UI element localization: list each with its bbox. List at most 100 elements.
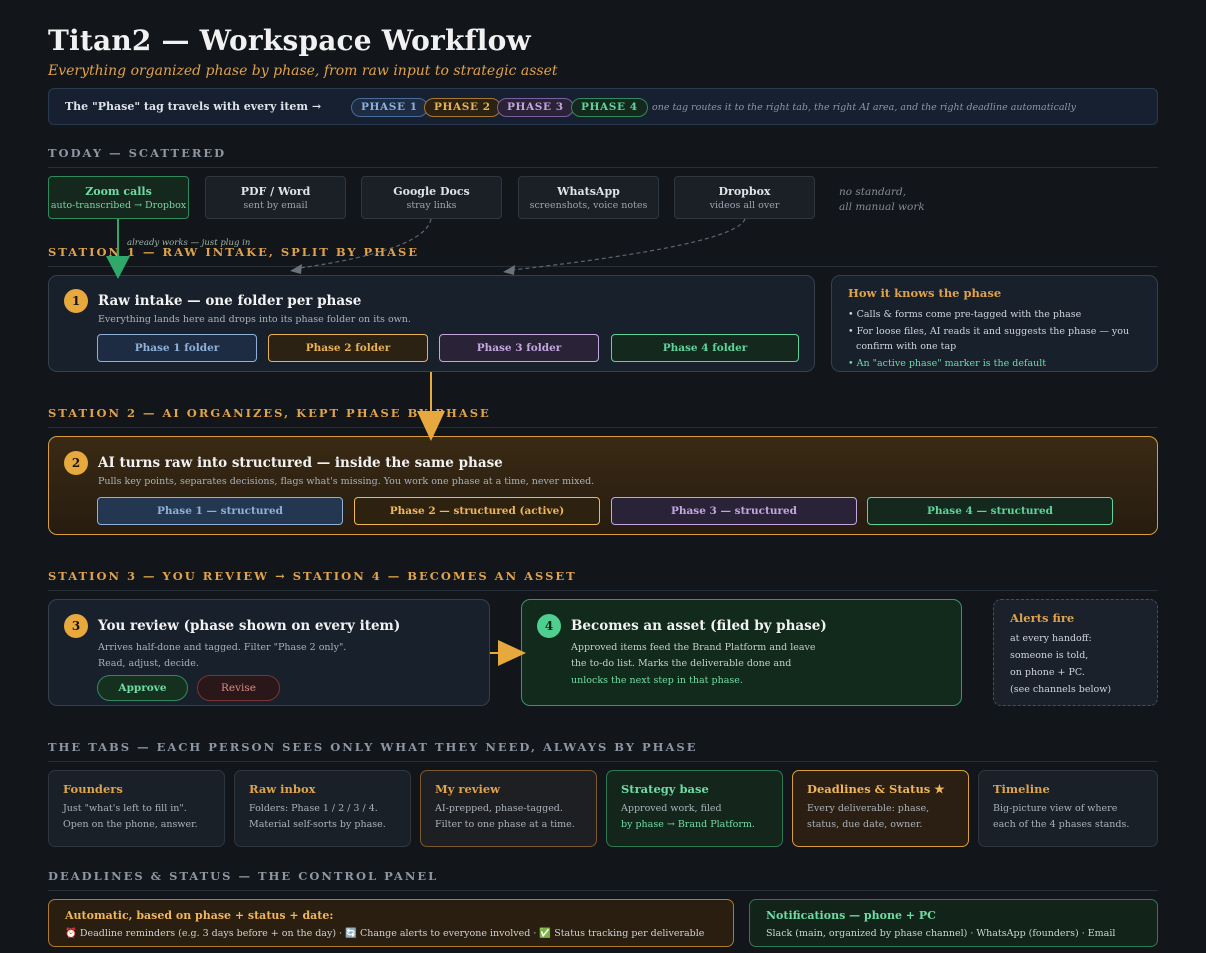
scattered-note-line2: all manual work: [839, 201, 925, 213]
tab-desc-line: each of the 4 phases stands.: [993, 819, 1130, 830]
phase-2-tag: PHASE 2: [424, 98, 501, 117]
phase-1-folder[interactable]: Phase 1 folder: [97, 334, 257, 362]
source-sub: auto-transcribed → Dropbox: [50, 200, 187, 211]
phase-tag-bar: The "Phase" tag travels with every item …: [48, 88, 1158, 125]
station3-title: You review (phase shown on every item): [98, 618, 401, 634]
tab-title: Raw inbox: [249, 782, 316, 796]
tagbar-note: one tag routes it to the right tab, the …: [652, 102, 1077, 113]
station4-card: 4 Becomes an asset (filed by phase) Appr…: [521, 599, 962, 706]
tab-title: Deadlines & Status ★: [807, 782, 945, 796]
revise-button[interactable]: Revise: [197, 675, 280, 701]
phase-4-structured[interactable]: Phase 4 — structured: [867, 497, 1113, 525]
alerts-text: at every handoff: someone is told, on ph…: [1010, 630, 1111, 698]
tab-desc-line: Approved work, filed: [621, 803, 722, 814]
phase-3-folder[interactable]: Phase 3 folder: [439, 334, 599, 362]
approve-button[interactable]: Approve: [97, 675, 188, 701]
station4-desc-2: the to-do list. Marks the deliverable do…: [571, 658, 792, 669]
section-today-heading: TODAY — SCATTERED: [48, 146, 1158, 168]
tab-desc-line: AI-prepped, phase-tagged.: [435, 803, 563, 814]
tab-desc-line: by phase → Brand Platform.: [621, 819, 755, 830]
tab-timeline[interactable]: Timeline Big-picture view of where each …: [978, 770, 1158, 847]
station1-title: Raw intake — one folder per phase: [98, 293, 362, 309]
source-title: Dropbox: [718, 185, 771, 198]
notifications-card: Notifications — phone + PC Slack (main, …: [749, 899, 1158, 947]
tab-my-review[interactable]: My review AI-prepped, phase-tagged. Filt…: [420, 770, 597, 847]
tab-desc: AI-prepped, phase-tagged. Filter to one …: [435, 801, 575, 833]
phase-1-structured[interactable]: Phase 1 — structured: [97, 497, 343, 525]
alerts-line: on phone + PC.: [1010, 667, 1085, 678]
automatic-rules-text: ⏰ Deadline reminders (e.g. 3 days before…: [65, 928, 705, 939]
source-title: Google Docs: [393, 185, 470, 198]
station3-desc-2: Read, adjust, decide.: [98, 658, 199, 669]
section-station3-heading: STATION 3 — YOU REVIEW → STATION 4 — BEC…: [48, 569, 1158, 591]
phase-4-tag: PHASE 4: [571, 98, 648, 117]
station3-desc-1: Arrives half-done and tagged. Filter "Ph…: [98, 642, 347, 653]
source-title: WhatsApp: [557, 185, 620, 198]
phase-detection-title: How it knows the phase: [848, 286, 1002, 300]
source-title: Zoom calls: [85, 185, 152, 198]
tab-desc: Just "what's left to fill in". Open on t…: [63, 801, 198, 833]
station1-desc: Everything lands here and drops into its…: [98, 314, 411, 325]
section-station2-heading: STATION 2 — AI ORGANIZES, KEPT PHASE BY …: [48, 406, 1158, 428]
source-zoom-calls: Zoom calls auto-transcribed → Dropbox: [48, 176, 189, 219]
phase-2-structured[interactable]: Phase 2 — structured (active): [354, 497, 600, 525]
station4-desc-3: unlocks the next step in that phase.: [571, 675, 743, 686]
step-number-badge: 2: [64, 451, 88, 475]
source-whatsapp: WhatsApp screenshots, voice notes: [518, 176, 659, 219]
page-subtitle: Everything organized phase by phase, fro…: [48, 63, 558, 79]
tab-title: Founders: [63, 782, 123, 796]
station2-title: AI turns raw into structured — inside th…: [98, 455, 503, 471]
source-google-docs: Google Docs stray links: [361, 176, 502, 219]
station2-desc: Pulls key points, separates decisions, f…: [98, 476, 595, 487]
source-sub: videos all over: [709, 200, 780, 211]
tab-desc: Folders: Phase 1 / 2 / 3 / 4. Material s…: [249, 801, 386, 833]
tab-founders[interactable]: Founders Just "what's left to fill in". …: [48, 770, 225, 847]
station1-card: 1 Raw intake — one folder per phase Ever…: [48, 275, 815, 372]
tab-desc: Approved work, filed by phase → Brand Pl…: [621, 801, 755, 833]
source-dropbox: Dropbox videos all over: [674, 176, 815, 219]
scattered-note: no standard, all manual work: [839, 185, 925, 215]
tab-desc-line: Every deliverable: phase,: [807, 803, 930, 814]
automatic-rules-title: Automatic, based on phase + status + dat…: [65, 909, 334, 922]
phase-3-structured[interactable]: Phase 3 — structured: [611, 497, 857, 525]
source-sub: sent by email: [243, 200, 308, 211]
station4-title: Becomes an asset (filed by phase): [571, 618, 827, 634]
source-sub: stray links: [406, 200, 457, 211]
phase-2-folder[interactable]: Phase 2 folder: [268, 334, 428, 362]
section-station1-heading: STATION 1 — RAW INTAKE, SPLIT BY PHASE: [48, 245, 1158, 267]
phase-detection-panel: How it knows the phase • Calls & forms c…: [831, 275, 1158, 372]
alerts-line: (see channels below): [1010, 684, 1112, 695]
tagbar-lead: The "Phase" tag travels with every item …: [65, 100, 322, 113]
notifications-text: Slack (main, organized by phase channel)…: [766, 928, 1116, 939]
tab-desc-line: Material self-sorts by phase.: [249, 819, 386, 830]
phase-detection-item: • For loose files, AI reads it and sugge…: [848, 326, 1130, 352]
alerts-line: someone is told,: [1010, 650, 1089, 661]
step-number-badge: 3: [64, 614, 88, 638]
phase-4-folder[interactable]: Phase 4 folder: [611, 334, 799, 362]
source-title: PDF / Word: [240, 185, 311, 198]
tab-raw-inbox[interactable]: Raw inbox Folders: Phase 1 / 2 / 3 / 4. …: [234, 770, 411, 847]
tab-desc-line: Just "what's left to fill in".: [63, 803, 187, 814]
step-number-badge: 1: [64, 289, 88, 313]
tab-desc-line: Filter to one phase at a time.: [435, 819, 575, 830]
page-title: Titan2 — Workspace Workflow: [48, 24, 531, 57]
automatic-rules-card: Automatic, based on phase + status + dat…: [48, 899, 734, 947]
section-control-heading: DEADLINES & STATUS — THE CONTROL PANEL: [48, 869, 1158, 891]
source-pdf-word: PDF / Word sent by email: [205, 176, 346, 219]
step-number-badge: 4: [537, 614, 561, 638]
alerts-card: Alerts fire at every handoff: someone is…: [993, 599, 1158, 706]
tab-desc-line: Open on the phone, answer.: [63, 819, 198, 830]
tab-desc: Every deliverable: phase, status, due da…: [807, 801, 929, 833]
scattered-note-line1: no standard,: [839, 186, 907, 198]
alerts-title: Alerts fire: [1010, 611, 1075, 625]
tab-desc-line: status, due date, owner.: [807, 819, 923, 830]
station3-card: 3 You review (phase shown on every item)…: [48, 599, 490, 706]
tab-desc: Big-picture view of where each of the 4 …: [993, 801, 1129, 833]
tab-strategy-base[interactable]: Strategy base Approved work, filed by ph…: [606, 770, 783, 847]
station2-card: 2 AI turns raw into structured — inside …: [48, 436, 1158, 535]
tab-deadlines-status[interactable]: Deadlines & Status ★ Every deliverable: …: [792, 770, 969, 847]
tab-title: Timeline: [993, 782, 1050, 796]
phase-3-tag: PHASE 3: [497, 98, 574, 117]
station4-desc-1: Approved items feed the Brand Platform a…: [571, 642, 816, 653]
phase-detection-item: • Calls & forms come pre-tagged with the…: [848, 309, 1082, 320]
